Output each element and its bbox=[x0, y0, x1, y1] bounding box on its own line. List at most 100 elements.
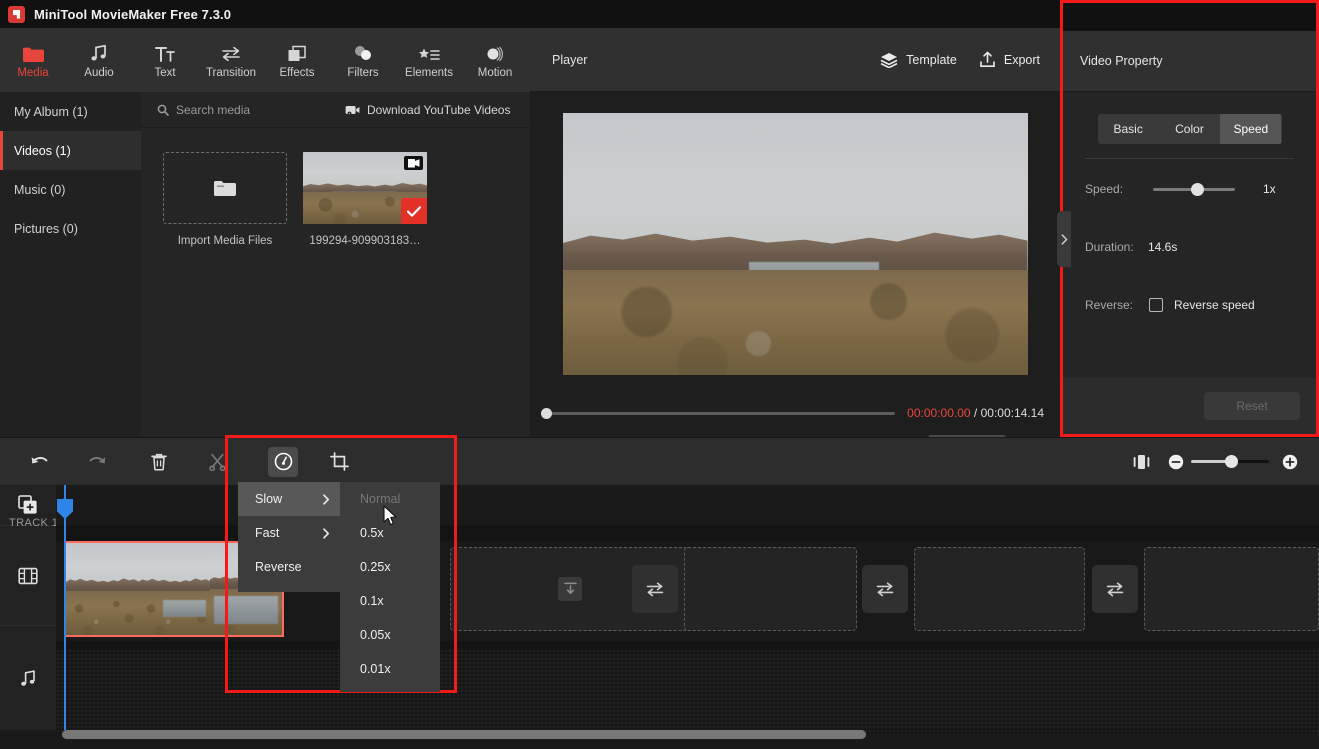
panel-collapse-handle[interactable] bbox=[1057, 211, 1071, 267]
menu-item-reverse[interactable]: Reverse bbox=[238, 550, 340, 584]
nav-item-text[interactable]: Text bbox=[132, 28, 198, 92]
tab-speed-label: Speed bbox=[1233, 122, 1269, 136]
tab-color-label: Color bbox=[1175, 122, 1204, 136]
speed-slider-handle[interactable] bbox=[1191, 182, 1204, 196]
video-preview-stage[interactable] bbox=[530, 92, 1060, 396]
nav-label-text: Text bbox=[154, 67, 176, 79]
audio-track-lane[interactable] bbox=[56, 649, 1319, 735]
audio-track-header[interactable] bbox=[0, 625, 56, 730]
transition-arrows-icon bbox=[220, 41, 242, 63]
property-panel-footer: Reset bbox=[1063, 378, 1316, 434]
seek-slider[interactable] bbox=[541, 407, 896, 419]
undo-button[interactable] bbox=[16, 438, 62, 486]
transition-arrows-icon bbox=[645, 581, 665, 598]
reset-button[interactable]: Reset bbox=[1204, 392, 1300, 420]
menu-item-fast-label: Fast bbox=[255, 526, 280, 540]
player-panel: Player Template Export 00:00:00.00 / 00:… bbox=[530, 28, 1060, 459]
reverse-speed-checkbox[interactable] bbox=[1149, 298, 1163, 312]
timeline-horizontal-scrollbar[interactable] bbox=[62, 730, 866, 739]
submenu-item-0-05x-label: 0.05x bbox=[360, 628, 391, 642]
preview-sky bbox=[562, 113, 1028, 258]
zoom-out-icon[interactable] bbox=[1161, 454, 1191, 470]
media-drop-slot[interactable] bbox=[914, 547, 1085, 631]
timeline-toolbar bbox=[0, 437, 1319, 485]
sidebar-item-pictures[interactable]: Pictures (0) bbox=[0, 209, 141, 248]
search-input[interactable] bbox=[176, 102, 326, 117]
nav-item-elements[interactable]: Elements bbox=[396, 28, 462, 92]
nav-item-audio[interactable]: Audio bbox=[66, 28, 132, 92]
chevron-right-icon bbox=[322, 493, 330, 505]
media-grid: Import Media Files 199294-909903183… bbox=[141, 128, 530, 247]
media-drop-slot[interactable] bbox=[684, 547, 857, 631]
transition-arrows-icon bbox=[875, 581, 895, 598]
transition-slot[interactable] bbox=[862, 565, 908, 613]
zoom-slider-handle[interactable] bbox=[1225, 455, 1238, 468]
transition-slot[interactable] bbox=[632, 565, 678, 613]
import-media-cell[interactable]: Import Media Files bbox=[163, 152, 287, 247]
search-box[interactable] bbox=[157, 102, 337, 117]
import-media-dropzone[interactable] bbox=[163, 152, 287, 224]
submenu-item-0-05x[interactable]: 0.05x bbox=[340, 618, 440, 652]
fit-to-window-icon[interactable] bbox=[1121, 454, 1161, 470]
tab-color[interactable]: Color bbox=[1159, 114, 1220, 144]
clip-water bbox=[163, 600, 207, 617]
nav-item-effects[interactable]: Effects bbox=[264, 28, 330, 92]
text-tt-icon bbox=[154, 41, 176, 63]
speed-slider[interactable] bbox=[1153, 182, 1235, 196]
tab-basic[interactable]: Basic bbox=[1098, 114, 1159, 144]
sidebar-label-videos: Videos (1) bbox=[14, 143, 71, 158]
delete-button[interactable] bbox=[136, 438, 182, 486]
submenu-item-0-1x-label: 0.1x bbox=[360, 594, 384, 608]
sidebar-item-my-album[interactable]: My Album (1) bbox=[0, 92, 141, 131]
media-thumbnail[interactable] bbox=[303, 152, 427, 224]
nav-item-motion[interactable]: Motion bbox=[462, 28, 528, 92]
timeline-zoom-slider[interactable] bbox=[1191, 455, 1269, 468]
crop-button[interactable] bbox=[316, 438, 362, 486]
check-icon[interactable] bbox=[401, 198, 427, 224]
sidebar-item-videos[interactable]: Videos (1) bbox=[0, 131, 141, 170]
nav-item-media[interactable]: Media bbox=[0, 28, 66, 92]
reverse-label: Reverse: bbox=[1085, 298, 1134, 312]
submenu-item-0-25x[interactable]: 0.25x bbox=[340, 550, 440, 584]
template-button[interactable]: Template bbox=[880, 52, 957, 68]
export-button[interactable]: Export bbox=[979, 51, 1040, 68]
menu-item-fast[interactable]: Fast bbox=[238, 516, 340, 550]
nav-item-transition[interactable]: Transition bbox=[198, 28, 264, 92]
speed-button[interactable] bbox=[260, 438, 306, 486]
zoom-in-icon[interactable] bbox=[1275, 454, 1305, 470]
nav-label-audio: Audio bbox=[84, 67, 114, 79]
menu-item-slow[interactable]: Slow bbox=[238, 482, 340, 516]
media-drop-slot[interactable] bbox=[1144, 547, 1319, 631]
sidebar-label-music: Music (0) bbox=[14, 182, 66, 197]
timeline: 0s TRACK 1 bbox=[0, 485, 1319, 749]
submenu-item-0-1x[interactable]: 0.1x bbox=[340, 584, 440, 618]
motion-circle-icon bbox=[485, 41, 505, 63]
transition-arrows-icon bbox=[1105, 581, 1125, 598]
sidebar-label-pictures: Pictures (0) bbox=[14, 221, 78, 236]
redo-button bbox=[74, 438, 120, 486]
tab-speed[interactable]: Speed bbox=[1220, 114, 1282, 144]
nav-item-filters[interactable]: Filters bbox=[330, 28, 396, 92]
preview-field bbox=[562, 270, 1028, 375]
property-divider bbox=[1085, 158, 1294, 159]
nav-label-transition: Transition bbox=[205, 67, 257, 79]
submenu-item-0-25x-label: 0.25x bbox=[360, 560, 391, 574]
seek-slider-handle[interactable] bbox=[541, 407, 552, 419]
reset-label: Reset bbox=[1236, 399, 1268, 413]
player-header: Player Template Export bbox=[530, 28, 1060, 92]
download-youtube-videos-button[interactable]: Download YouTube Videos bbox=[345, 103, 510, 117]
video-track-header[interactable] bbox=[0, 525, 56, 625]
sidebar-item-music[interactable]: Music (0) bbox=[0, 170, 141, 209]
submenu-item-0-01x[interactable]: 0.01x bbox=[340, 652, 440, 686]
app-window: MiniTool MovieMaker Free 7.3.0 Media Aud… bbox=[0, 0, 1319, 749]
nav-label-effects: Effects bbox=[279, 67, 315, 79]
speed-value: 1x bbox=[1263, 182, 1276, 196]
folder-icon bbox=[213, 179, 237, 198]
playhead[interactable] bbox=[57, 485, 73, 730]
mouse-cursor bbox=[383, 505, 397, 526]
music-note-icon bbox=[89, 41, 109, 63]
submenu-item-0-5x-label: 0.5x bbox=[360, 526, 384, 540]
chevron-right-icon bbox=[322, 527, 330, 539]
transition-slot[interactable] bbox=[1092, 565, 1138, 613]
media-item-cell[interactable]: 199294-909903183… bbox=[303, 152, 427, 247]
